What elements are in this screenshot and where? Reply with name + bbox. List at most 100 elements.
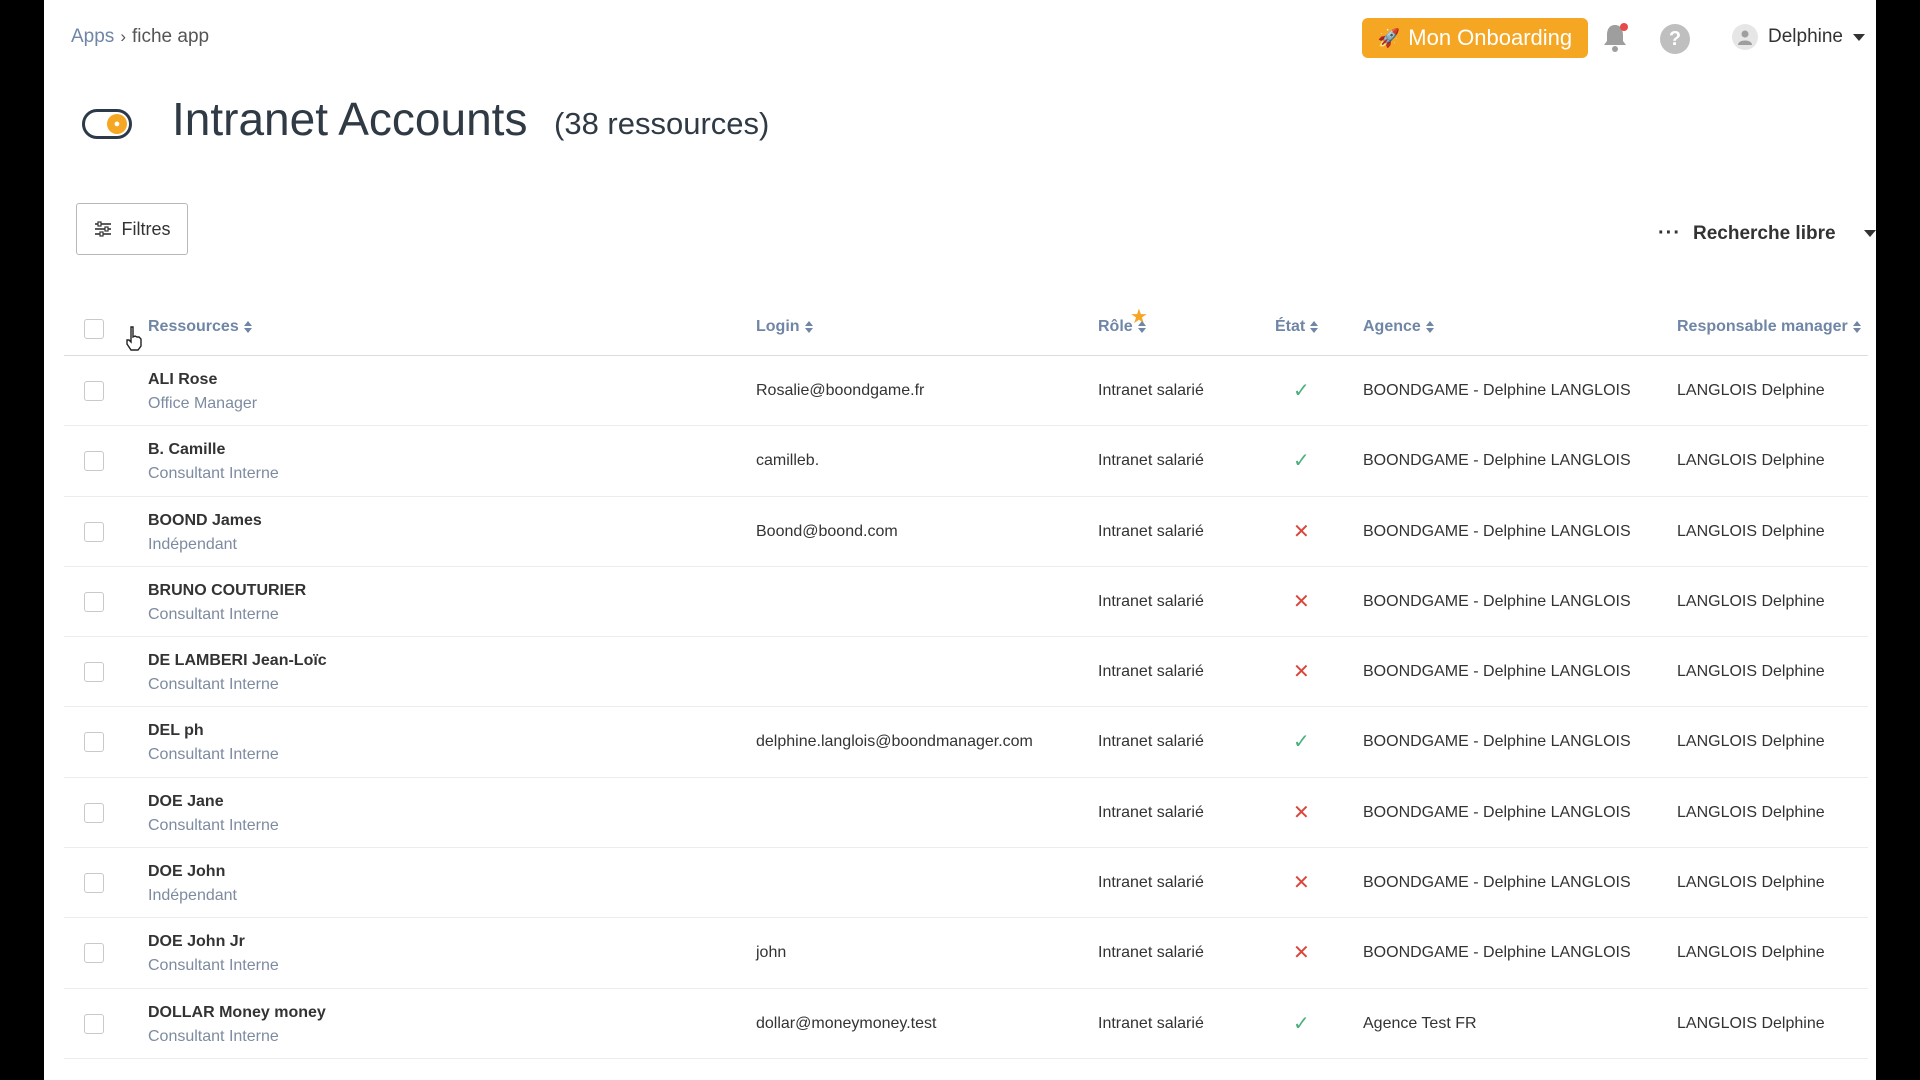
resource-type: Indépendant <box>148 535 237 553</box>
table-row[interactable]: DE LAMBERI Jean-Loïc Consultant Interne In… <box>64 637 1868 708</box>
select-all-checkbox[interactable] <box>84 319 104 339</box>
table-header: Ressources Login Rôle État Agence Respon… <box>64 300 1868 356</box>
role-cell: Intranet salarié <box>1098 663 1204 681</box>
user-icon <box>1732 24 1758 50</box>
login-cell: dollar@moneymoney.test <box>756 1014 937 1032</box>
row-checkbox[interactable] <box>84 521 104 542</box>
free-search-label: Recherche libre <box>1692 222 1836 244</box>
free-search-toggle[interactable]: ··· Recherche libre <box>1658 222 1876 245</box>
resource-type: Consultant Interne <box>148 676 279 694</box>
row-checkbox[interactable] <box>84 943 104 964</box>
caret-down-icon <box>1853 33 1865 41</box>
cross-icon: ✕ <box>1293 661 1310 684</box>
column-header-state[interactable]: État <box>1275 318 1319 336</box>
manager-cell: LANGLOIS Delphine <box>1677 592 1825 610</box>
resource-count: (38 ressources) <box>554 106 770 141</box>
column-label: Responsable manager <box>1677 318 1848 335</box>
resource-name[interactable]: DEL ph <box>148 722 204 740</box>
ellipsis-icon: ··· <box>1658 222 1681 244</box>
page: Apps › fiche app 🚀 Mon Onboarding ? Delp… <box>44 0 1876 1080</box>
row-checkbox[interactable] <box>84 662 104 683</box>
role-cell: Intranet salarié <box>1098 522 1204 540</box>
table-row[interactable]: DOE John Indépendant Intranet salarié BOOND… <box>64 848 1868 919</box>
resource-name[interactable]: BOOND James <box>148 512 262 530</box>
table-row[interactable]: ALI Rose Office Manager Rosalie@boondgame.… <box>64 356 1868 427</box>
table-row[interactable]: BRUNO COUTURIER Consultant Interne Intrane… <box>64 567 1868 638</box>
user-name: Delphine <box>1768 26 1843 47</box>
sort-icon <box>1310 321 1319 333</box>
agency-cell: BOONDGAME - Delphine LANGLOIS <box>1363 452 1631 470</box>
agency-cell: BOONDGAME - Delphine LANGLOIS <box>1363 874 1631 892</box>
table-row[interactable]: DOE Jane Consultant Interne Intranet salar… <box>64 778 1868 849</box>
resource-name[interactable]: DOLLAR Money money <box>148 1004 326 1022</box>
resource-type: Office Manager <box>148 395 258 412</box>
cross-icon: ✕ <box>1293 872 1310 895</box>
agency-cell: BOONDGAME - Delphine LANGLOIS <box>1363 522 1631 540</box>
hand-cursor-icon <box>126 326 142 351</box>
table-row[interactable]: DEL ph Consultant Interne delphine.langloi… <box>64 707 1868 778</box>
table-row[interactable]: B. Camille Consultant Interne camilleb. Int… <box>64 426 1868 497</box>
role-cell: Intranet salarié <box>1098 452 1204 470</box>
user-menu[interactable]: Delphine <box>1732 24 1865 50</box>
column-header-login[interactable]: Login <box>756 318 813 336</box>
column-label: Login <box>756 318 800 335</box>
filters-button[interactable]: Filtres <box>76 203 188 255</box>
table-row[interactable]: DOLLAR Money money Consultant Interne doll… <box>64 989 1868 1059</box>
row-checkbox[interactable] <box>84 873 104 894</box>
resource-name[interactable]: BRUNO COUTURIER <box>148 582 306 600</box>
resource-name[interactable]: DOE John <box>148 863 225 881</box>
row-checkbox[interactable] <box>84 802 104 823</box>
help-icon[interactable]: ? <box>1660 24 1690 54</box>
login-cell: delphine.langlois@boondmanager.com <box>756 733 1033 751</box>
resource-type: Consultant Interne <box>148 816 279 834</box>
role-cell: Intranet salarié <box>1098 382 1204 399</box>
onboarding-button[interactable]: 🚀 Mon Onboarding <box>1362 18 1588 58</box>
help-label: ? <box>1668 27 1682 50</box>
resource-type: Consultant Interne <box>148 465 279 483</box>
resource-name[interactable]: DOE John Jr <box>148 933 245 951</box>
manager-cell: LANGLOIS Delphine <box>1677 663 1825 681</box>
resource-name[interactable]: DOE Jane <box>148 793 224 811</box>
sort-icon <box>243 321 252 333</box>
resource-name[interactable]: DE LAMBERI Jean-Loïc <box>148 652 327 670</box>
column-header-resources[interactable]: Ressources <box>148 318 252 336</box>
bell-icon[interactable] <box>1600 22 1630 54</box>
agency-cell: BOONDGAME - Delphine LANGLOIS <box>1363 663 1631 681</box>
table-row[interactable]: DOE John Jr Consultant Interne john Intrane… <box>64 918 1868 989</box>
login-cell: Rosalie@boondgame.fr <box>756 382 925 399</box>
page-title: Intranet Accounts <box>172 93 528 145</box>
view-toggle[interactable]: ● <box>82 109 132 139</box>
column-header-manager[interactable]: Responsable manager <box>1677 318 1861 336</box>
column-header-role[interactable]: Rôle <box>1098 318 1146 336</box>
manager-cell: LANGLOIS Delphine <box>1677 522 1825 540</box>
caret-down-icon <box>1863 230 1876 237</box>
column-label: Rôle <box>1098 318 1133 335</box>
breadcrumb-apps-link[interactable]: Apps <box>71 26 114 48</box>
manager-cell: LANGLOIS Delphine <box>1677 452 1825 470</box>
table-row[interactable]: BOOND James Indépendant Boond@boond.com Int… <box>64 497 1868 567</box>
check-icon: ✓ <box>1293 731 1310 754</box>
cross-icon: ✕ <box>1293 801 1310 824</box>
agency-cell: Agence Test FR <box>1363 1014 1477 1032</box>
row-checkbox[interactable] <box>84 732 104 753</box>
manager-cell: LANGLOIS Delphine <box>1677 874 1825 892</box>
resource-name[interactable]: ALI Rose <box>148 371 217 389</box>
manager-cell: LANGLOIS Delphine <box>1677 944 1825 962</box>
resource-name[interactable]: B. Camille <box>148 441 225 459</box>
login-cell: camilleb. <box>756 452 820 470</box>
agency-cell: BOONDGAME - Delphine LANGLOIS <box>1363 944 1631 962</box>
check-icon: ✓ <box>1293 380 1310 402</box>
row-checkbox[interactable] <box>84 1013 104 1034</box>
row-checkbox[interactable] <box>84 381 104 401</box>
cross-icon: ✕ <box>1293 942 1310 965</box>
agency-cell: BOONDGAME - Delphine LANGLOIS <box>1363 803 1631 821</box>
check-icon: ✓ <box>1293 1012 1310 1035</box>
rocket-icon: 🚀 <box>1377 27 1401 48</box>
resources-table: Ressources Login Rôle État Agence Respon… <box>64 300 1868 1059</box>
row-checkbox[interactable] <box>84 451 104 472</box>
role-cell: Intranet salarié <box>1098 944 1204 962</box>
agency-cell: BOONDGAME - Delphine LANGLOIS <box>1363 382 1631 399</box>
table-body: ALI Rose Office Manager Rosalie@boondgame.… <box>64 356 1868 1059</box>
row-checkbox[interactable] <box>84 591 104 612</box>
column-header-agency[interactable]: Agence <box>1363 318 1434 336</box>
